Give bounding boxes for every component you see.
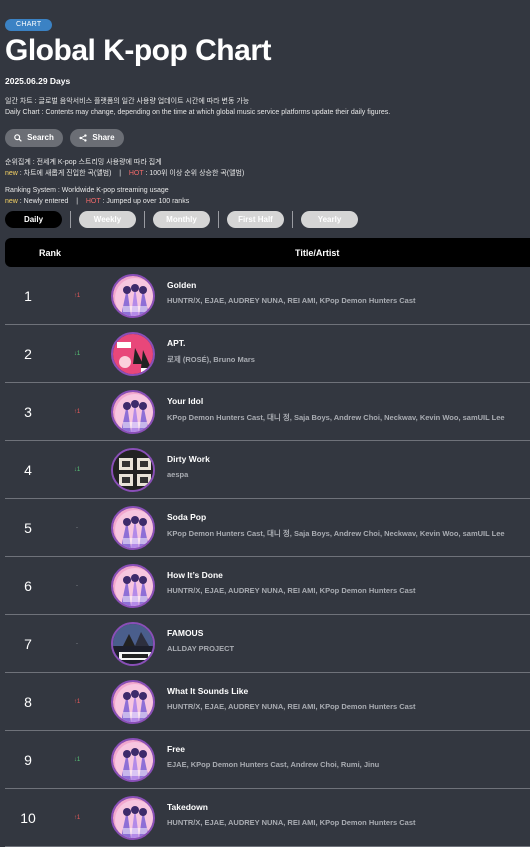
tab-divider <box>70 211 71 228</box>
tab-divider <box>292 211 293 228</box>
song-title[interactable]: Dirty Work <box>167 454 210 464</box>
rank-change: ↓1 <box>73 757 81 763</box>
rank-number: 3 <box>24 404 32 420</box>
song-title[interactable]: Your Idol <box>167 396 203 406</box>
artist-names: HUNTR/X, EJAE, AUDREY NUNA, REI AMI, KPo… <box>167 296 416 305</box>
ranking-note-line: Ranking System : Worldwide K-pop streami… <box>5 187 169 194</box>
song-title[interactable]: Free <box>167 744 185 754</box>
ranking-note-english: Ranking System : Worldwide K-pop streami… <box>5 185 189 207</box>
rank-number: 7 <box>24 636 32 652</box>
rank-number: 5 <box>24 520 32 536</box>
song-title[interactable]: What It Sounds Like <box>167 686 248 696</box>
artist-names: HUNTR/X, EJAE, AUDREY NUNA, REI AMI, KPo… <box>167 702 416 711</box>
rank-column-header: Rank <box>39 248 62 258</box>
ranking-note-line: 순위집계 : 전세계 K-pop 스트리밍 사용량에 따라 집계 <box>5 159 162 166</box>
album-art-famous[interactable] <box>111 622 155 666</box>
period-tabs: Daily Weekly Monthly First Half Yearly <box>5 211 358 228</box>
rank-change: ↓1 <box>73 467 81 473</box>
rank-change: ↓1 <box>73 351 81 357</box>
description-english: Daily Chart : Contents may change, depen… <box>5 109 391 116</box>
search-button[interactable]: Search <box>5 129 63 147</box>
note-separator: | <box>76 198 79 205</box>
table-row[interactable]: 9 ↓1 Free EJAE, KPop Demon Hunters Cast, An… <box>5 731 530 789</box>
tab-divider <box>144 211 145 228</box>
rank-number: 2 <box>24 346 32 362</box>
table-row[interactable]: 10 ↑1 Takedown HUNTR/X, EJAE, AUDREY NUNA, … <box>5 789 530 847</box>
table-row[interactable]: 6 - How It’s Done HUNTR/X, EJAE, AUDREY NUN… <box>5 557 530 615</box>
song-title[interactable]: Soda Pop <box>167 512 206 522</box>
rank-change: ↑1 <box>73 409 81 415</box>
song-title[interactable]: FAMOUS <box>167 628 203 638</box>
tab-yearly[interactable]: Yearly <box>301 211 358 228</box>
rank-change: ↑1 <box>73 699 81 705</box>
album-art-kpop-demon-hunters[interactable] <box>111 274 155 318</box>
artist-names: HUNTR/X, EJAE, AUDREY NUNA, REI AMI, KPo… <box>167 818 416 827</box>
new-description: : 차트에 새롭게 진입한 곡(앨범) <box>17 170 112 177</box>
rank-number: 8 <box>24 694 32 710</box>
rank-number: 10 <box>20 810 36 826</box>
tab-weekly[interactable]: Weekly <box>79 211 136 228</box>
song-title[interactable]: How It’s Done <box>167 570 223 580</box>
rank-change: - <box>76 525 78 531</box>
table-row[interactable]: 3 ↑1 Your Idol KPop Demon Hunters Cast, 대니 … <box>5 383 530 441</box>
artist-names: ALLDAY PROJECT <box>167 644 235 653</box>
hot-description: : 100위 이상 순위 상승한 곡(앨범) <box>143 170 245 177</box>
album-art-kpop-demon-hunters[interactable] <box>111 680 155 724</box>
album-art-kpop-demon-hunters[interactable] <box>111 506 155 550</box>
rank-change: ↑1 <box>73 815 81 821</box>
rank-number: 4 <box>24 462 32 478</box>
album-art-kpop-demon-hunters[interactable] <box>111 564 155 608</box>
rank-number: 6 <box>24 578 32 594</box>
table-row[interactable]: 8 ↑1 What It Sounds Like HUNTR/X, EJAE, AUD… <box>5 673 530 731</box>
artist-names: HUNTR/X, EJAE, AUDREY NUNA, REI AMI, KPo… <box>167 586 416 595</box>
chart-badge: CHART <box>5 19 53 31</box>
album-art-kpop-demon-hunters[interactable] <box>111 796 155 840</box>
table-row[interactable]: 5 - Soda Pop KPop Demon Hunters Cast, 대니 정,… <box>5 499 530 557</box>
hot-description: : Jumped up over 100 ranks <box>100 198 190 205</box>
chart-description: 일간 차트 : 글로벌 음악서비스 플랫폼의 일간 사용량 업데이트 시간에 따… <box>5 96 390 118</box>
rank-number: 9 <box>24 752 32 768</box>
chart-date: 2025.06.29 Days <box>5 76 71 86</box>
hot-label: HOT <box>128 170 144 177</box>
search-button-label: Search <box>27 133 54 142</box>
album-art-dirty-work[interactable] <box>111 448 155 492</box>
description-korean: 일간 차트 : 글로벌 음악서비스 플랫폼의 일간 사용량 업데이트 시간에 따… <box>5 98 250 105</box>
new-label: new <box>5 198 18 205</box>
song-title[interactable]: APT. <box>167 338 185 348</box>
note-separator: | <box>119 170 122 177</box>
rank-change: ↑1 <box>73 293 81 299</box>
new-description: : Newly entered <box>17 198 69 205</box>
tab-first-half[interactable]: First Half <box>227 211 284 228</box>
table-row[interactable]: 1 ↑1 Golden HUNTR/X, EJAE, AUDREY NUNA, REI… <box>5 267 530 325</box>
table-header: Rank Title/Artist <box>5 238 530 267</box>
share-button[interactable]: Share <box>70 129 124 147</box>
album-art-apt[interactable] <box>111 332 155 376</box>
artist-names: EJAE, KPop Demon Hunters Cast, Andrew Ch… <box>167 760 380 769</box>
artist-names: aespa <box>167 470 189 479</box>
artist-names: 로제 (ROSÉ), Bruno Mars <box>167 355 255 364</box>
album-art-kpop-demon-hunters[interactable] <box>111 738 155 782</box>
artist-names: KPop Demon Hunters Cast, 대니 정, Saja Boys… <box>167 529 505 538</box>
table-row[interactable]: 2 ↓1 APT. 로제 (ROSÉ), Bruno Mars <box>5 325 530 383</box>
rank-change: - <box>76 583 78 589</box>
share-button-label: Share <box>92 133 115 142</box>
song-title[interactable]: Golden <box>167 280 196 290</box>
tab-daily[interactable]: Daily <box>5 211 62 228</box>
page-title: Global K-pop Chart <box>5 34 271 67</box>
song-title[interactable]: Takedown <box>167 802 208 812</box>
tab-monthly[interactable]: Monthly <box>153 211 210 228</box>
album-art-kpop-demon-hunters[interactable] <box>111 390 155 434</box>
title-artist-column-header: Title/Artist <box>295 248 340 258</box>
rank-number: 1 <box>24 288 32 304</box>
rank-change: - <box>76 641 78 647</box>
search-icon <box>14 134 22 142</box>
table-row[interactable]: 7 - FAMOUS ALLDAY PROJECT <box>5 615 530 673</box>
ranking-note-korean: 순위집계 : 전세계 K-pop 스트리밍 사용량에 따라 집계 new : 차… <box>5 157 244 179</box>
hot-label: HOT <box>85 198 101 205</box>
tab-divider <box>218 211 219 228</box>
artist-names: KPop Demon Hunters Cast, 대니 정, Saja Boys… <box>167 413 505 422</box>
share-icon <box>79 134 87 142</box>
table-row[interactable]: 4 ↓1 Dirty Work aespa <box>5 441 530 499</box>
new-label: new <box>5 170 18 177</box>
